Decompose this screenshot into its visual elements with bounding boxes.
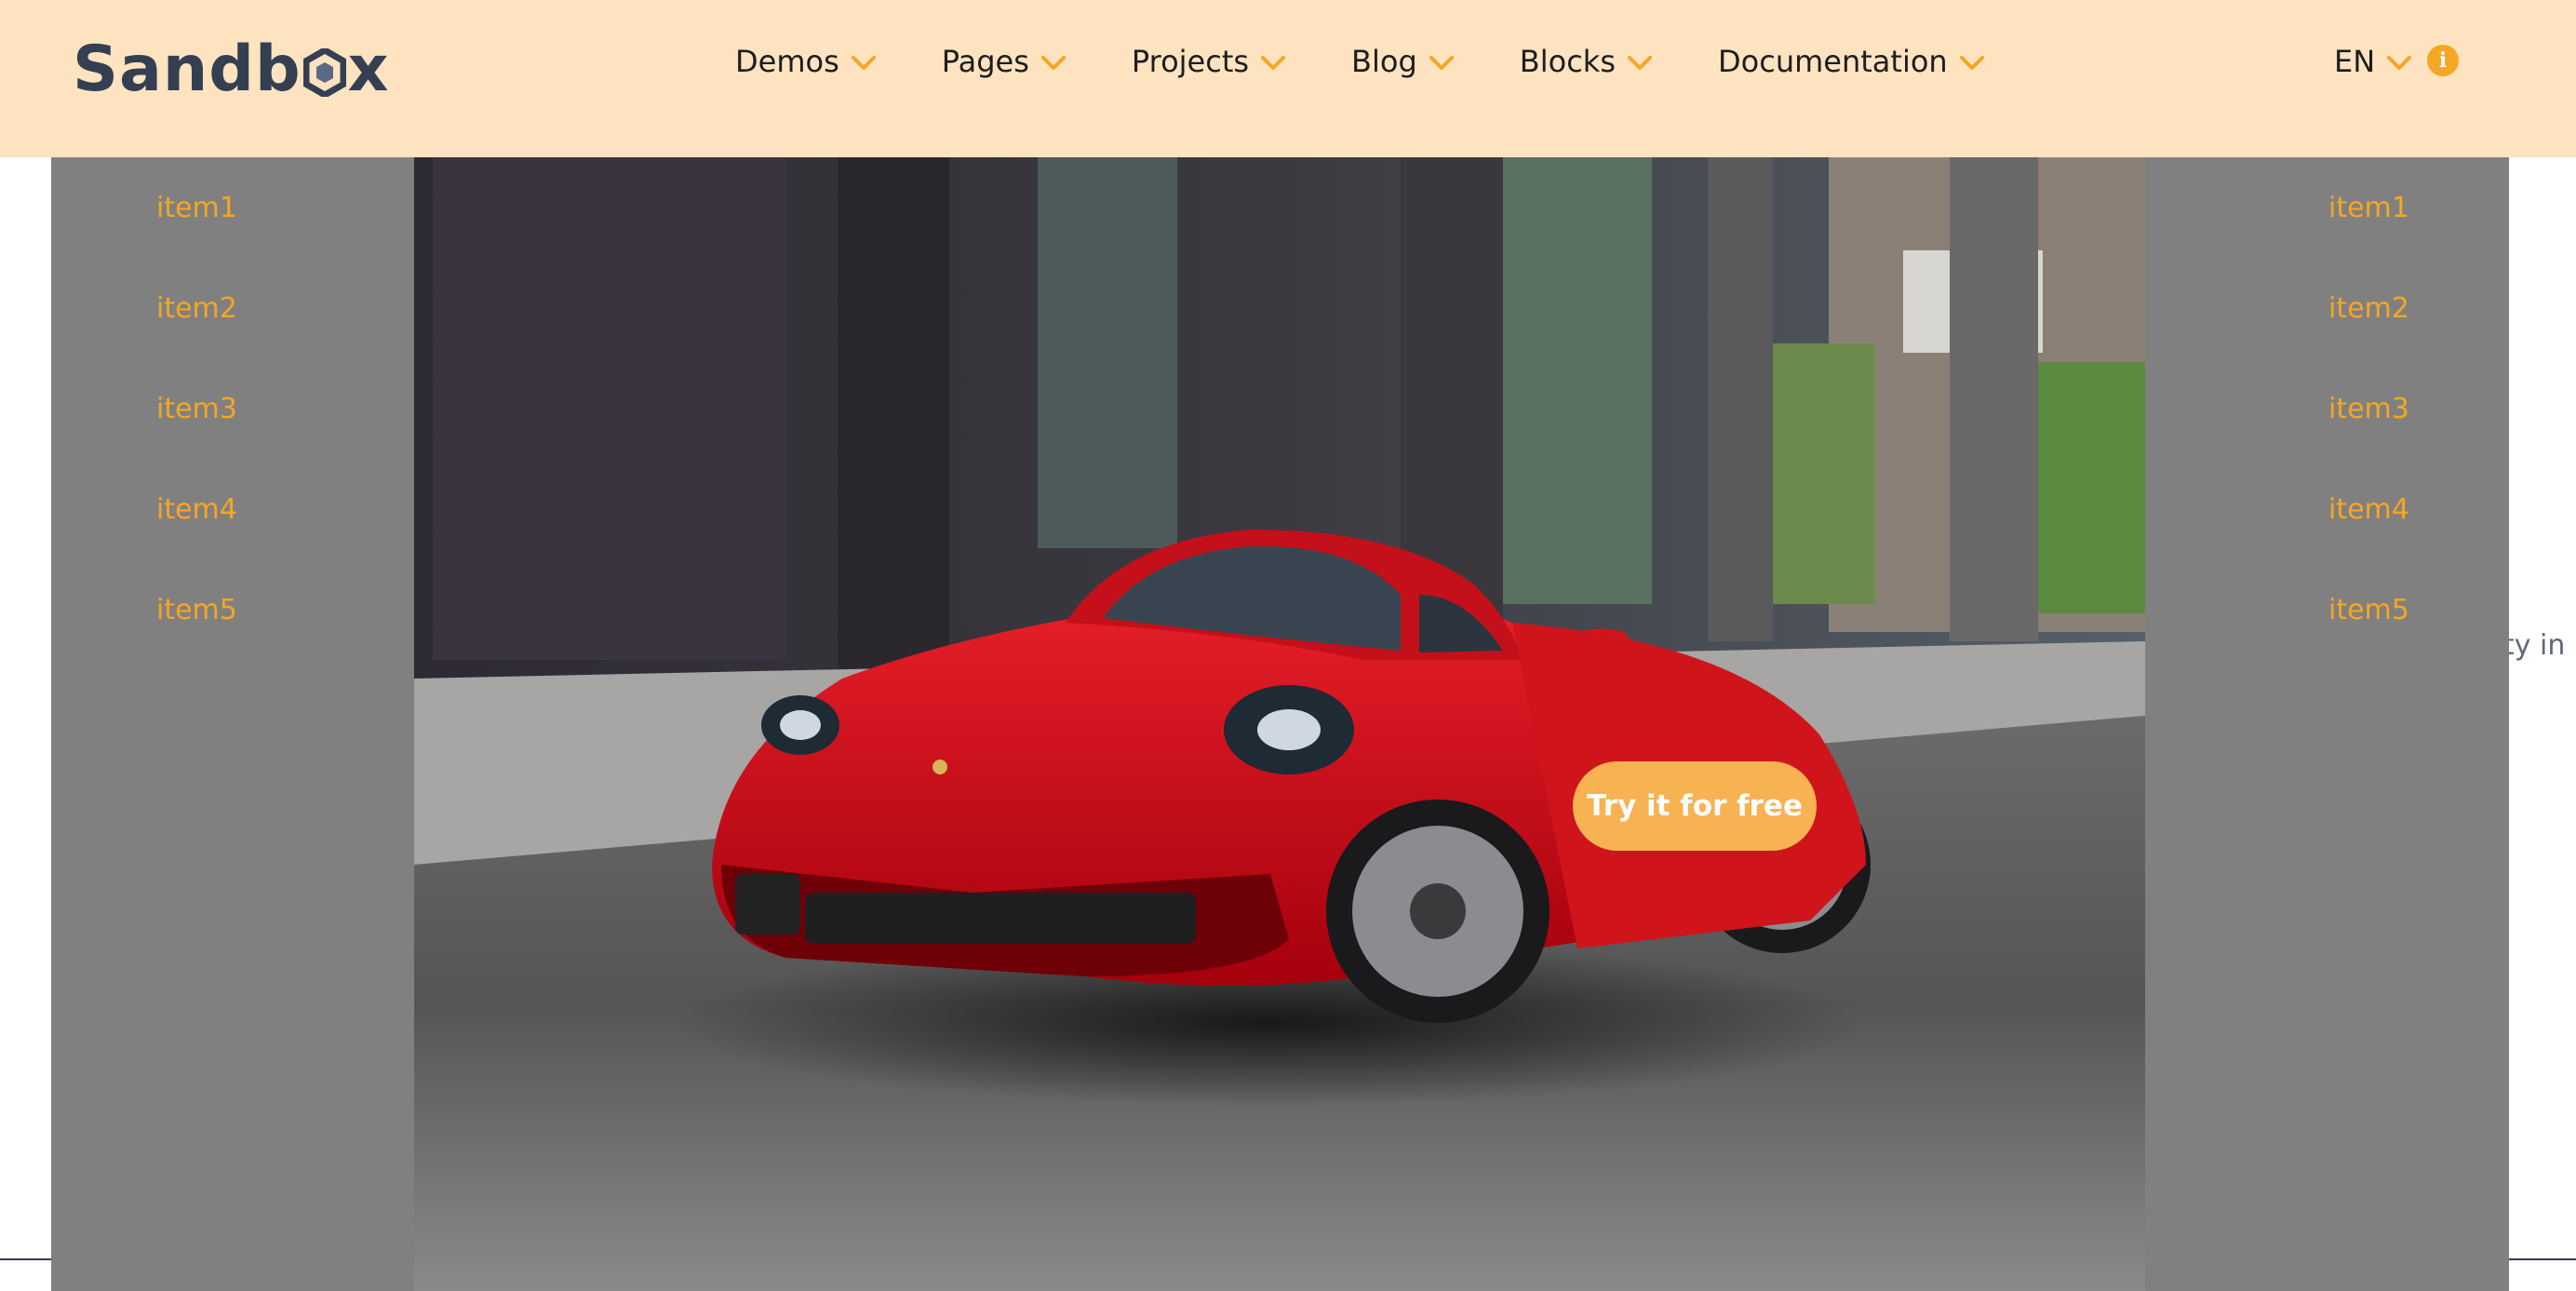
chevron-down-icon [1040,56,1066,70]
nav-item-pages[interactable]: Pages [942,44,1067,79]
left-menu-item-5[interactable]: item5 [156,594,237,626]
sandbox-logo[interactable]: Sandb x [73,32,390,106]
background-text-fragment: ty in [2503,629,2566,662]
info-icon[interactable]: i [2427,45,2459,76]
main-nav: Demos Pages Projects Blog Blocks Documen… [735,35,2050,87]
car-photo-illustration [414,157,2145,1291]
left-menu-item-1[interactable]: item1 [156,192,237,224]
info-icon-glyph: i [2438,48,2448,73]
chevron-down-icon [1959,56,1984,70]
chevron-down-icon [1628,56,1652,70]
hexagon-logo-icon [302,48,346,97]
right-menu-item-4[interactable]: item4 [2328,493,2409,526]
left-side-menu [51,157,416,1291]
left-menu-item-2[interactable]: item2 [156,292,237,325]
chevron-down-icon [2387,56,2412,70]
left-menu-item-3[interactable]: item3 [156,393,237,425]
nav-item-blog[interactable]: Blog [1351,44,1455,79]
chevron-down-icon [1261,56,1286,70]
right-menu-item-5[interactable]: item5 [2328,594,2409,626]
nav-item-projects[interactable]: Projects [1132,44,1286,79]
right-menu-item-2[interactable]: item2 [2328,292,2409,325]
language-selector[interactable]: EN [2334,35,2412,87]
divider-line [0,1258,51,1260]
right-menu-item-3[interactable]: item3 [2328,393,2409,425]
top-navbar: Sandb x Demos Pages Projects Blog Blocks [0,0,2576,157]
chevron-down-icon [851,56,876,70]
right-menu-item-1[interactable]: item1 [2328,192,2409,224]
divider-line [2509,1258,2576,1260]
chevron-down-icon [1429,56,1454,70]
left-menu-item-4[interactable]: item4 [156,493,237,526]
right-side-menu [2144,157,2509,1291]
nav-item-label: Projects [1131,44,1250,79]
nav-item-label: Documentation [1718,44,1948,79]
nav-item-label: Pages [941,44,1029,79]
logo-text-prefix: Sandb [73,32,302,106]
nav-item-label: Blog [1351,44,1417,79]
nav-item-label: Blocks [1519,44,1616,79]
nav-item-label: Demos [735,44,839,79]
language-label: EN [2334,44,2376,79]
try-it-free-button[interactable]: Try it for free [1573,761,1817,851]
nav-item-demos[interactable]: Demos [735,44,877,79]
nav-item-blocks[interactable]: Blocks [1520,44,1653,79]
nav-item-documentation[interactable]: Documentation [1718,44,1985,79]
hero-car-image [414,157,2145,1291]
logo-text-suffix: x [347,32,390,106]
